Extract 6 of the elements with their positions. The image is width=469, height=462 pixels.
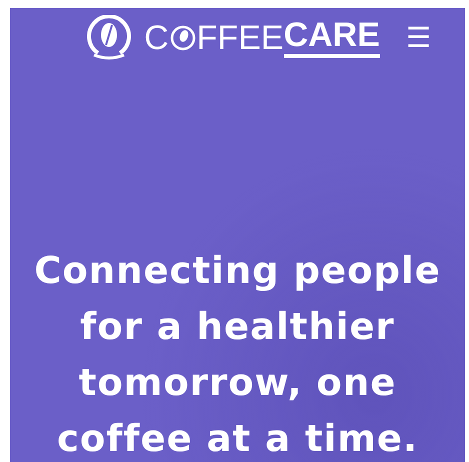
logo-text: C [144, 21, 169, 55]
coffee-bean-icon [168, 24, 197, 52]
logo-text: FFEE [196, 21, 284, 55]
logo-text: CARE [284, 18, 380, 58]
menu-button[interactable]: ☰ [406, 24, 431, 52]
hero-headline: Connecting people for a healthier tomorrow, one coffee at a time. [33, 248, 442, 462]
